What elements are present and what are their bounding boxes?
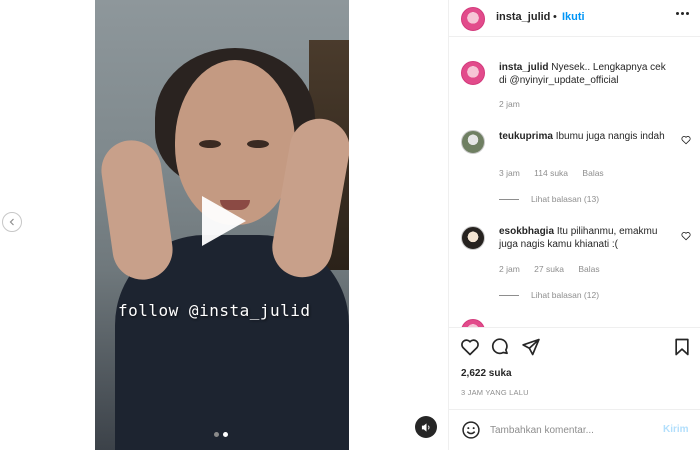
comment-input[interactable]	[490, 420, 650, 440]
comment-composer: Kirim	[449, 409, 700, 450]
slide-dot	[214, 432, 219, 437]
media-area: follow @insta_julid	[0, 0, 448, 450]
author-avatar[interactable]	[461, 61, 485, 85]
view-replies-label: Lihat balasan (12)	[531, 290, 600, 300]
slide-indicator	[214, 432, 228, 437]
play-icon[interactable]	[202, 196, 246, 246]
comment-meta: 2 jam 27 suka Balas	[499, 264, 612, 274]
view-replies-button[interactable]: Lihat balasan (13)	[499, 194, 599, 204]
comment-like-icon[interactable]	[681, 231, 691, 241]
comment-username[interactable]: esokbhagia	[499, 226, 554, 237]
video-overlay-text: follow @insta_julid	[118, 301, 311, 320]
author-avatar[interactable]	[461, 7, 485, 31]
slide-dot-active	[223, 432, 228, 437]
comment-username[interactable]: teukuprima	[499, 131, 553, 142]
video-person-eye	[199, 140, 221, 148]
reply-button[interactable]: Balas	[582, 168, 603, 178]
replies-line	[499, 198, 519, 200]
comment-text: teukuprima Ibumu juga nangis indah	[499, 130, 674, 143]
comment-body: Ibumu juga nangis indah	[555, 131, 665, 142]
more-icon[interactable]	[676, 12, 689, 15]
comment-time: 2 jam	[499, 99, 520, 109]
post-header: insta_julid • Ikuti	[449, 0, 700, 37]
commenter-avatar[interactable]	[461, 319, 485, 327]
comment-time: 3 jam	[499, 168, 520, 178]
emoji-icon[interactable]	[461, 420, 481, 440]
comment-likes[interactable]: 27 suka	[534, 264, 564, 274]
post-actions: 2,622 suka 3 JAM YANG LALU	[449, 327, 700, 409]
audio-toggle-button[interactable]	[415, 416, 437, 438]
comments-list[interactable]: insta_julid Nyesek.. Lengkapnya cek di @…	[449, 37, 700, 327]
post-timestamp: 3 JAM YANG LALU	[461, 388, 529, 397]
audio-icon	[421, 422, 429, 432]
comment-time: 2 jam	[499, 264, 520, 274]
post-side-panel: insta_julid • Ikuti insta_julid Nyesek..…	[448, 0, 700, 450]
comment-text: esokbhagia Itu pilihanmu, emakmu juga na…	[499, 225, 674, 251]
replies-line	[499, 294, 519, 296]
heart-icon[interactable]	[460, 337, 480, 357]
chevron-left-icon	[9, 218, 14, 226]
caption-text: insta_julid Nyesek.. Lengkapnya cek di @…	[499, 61, 674, 87]
post-comment-button[interactable]: Kirim	[663, 424, 689, 435]
header-separator: •	[553, 11, 557, 23]
share-icon[interactable]	[521, 337, 541, 357]
bookmark-icon[interactable]	[672, 337, 692, 357]
instagram-post-view: follow @insta_julid insta_julid • Ikuti	[0, 0, 700, 450]
video-person-eye	[247, 140, 269, 148]
follow-button[interactable]: Ikuti	[562, 11, 585, 23]
like-count[interactable]: 2,622 suka	[461, 368, 512, 379]
comment-icon[interactable]	[490, 337, 510, 357]
reply-button[interactable]: Balas	[578, 264, 599, 274]
commenter-avatar[interactable]	[461, 130, 485, 154]
view-replies-label: Lihat balasan (13)	[531, 194, 600, 204]
commenter-avatar[interactable]	[461, 226, 485, 250]
comment-username[interactable]: insta_julid	[499, 62, 548, 73]
view-replies-button[interactable]: Lihat balasan (12)	[499, 290, 599, 300]
comment-likes[interactable]: 114 suka	[534, 168, 568, 178]
comment-meta: 2 jam	[499, 99, 532, 109]
comment-meta: 3 jam 114 suka Balas	[499, 168, 616, 178]
previous-slide-button[interactable]	[2, 212, 22, 232]
comment-like-icon[interactable]	[681, 135, 691, 145]
author-username[interactable]: insta_julid	[496, 11, 550, 23]
